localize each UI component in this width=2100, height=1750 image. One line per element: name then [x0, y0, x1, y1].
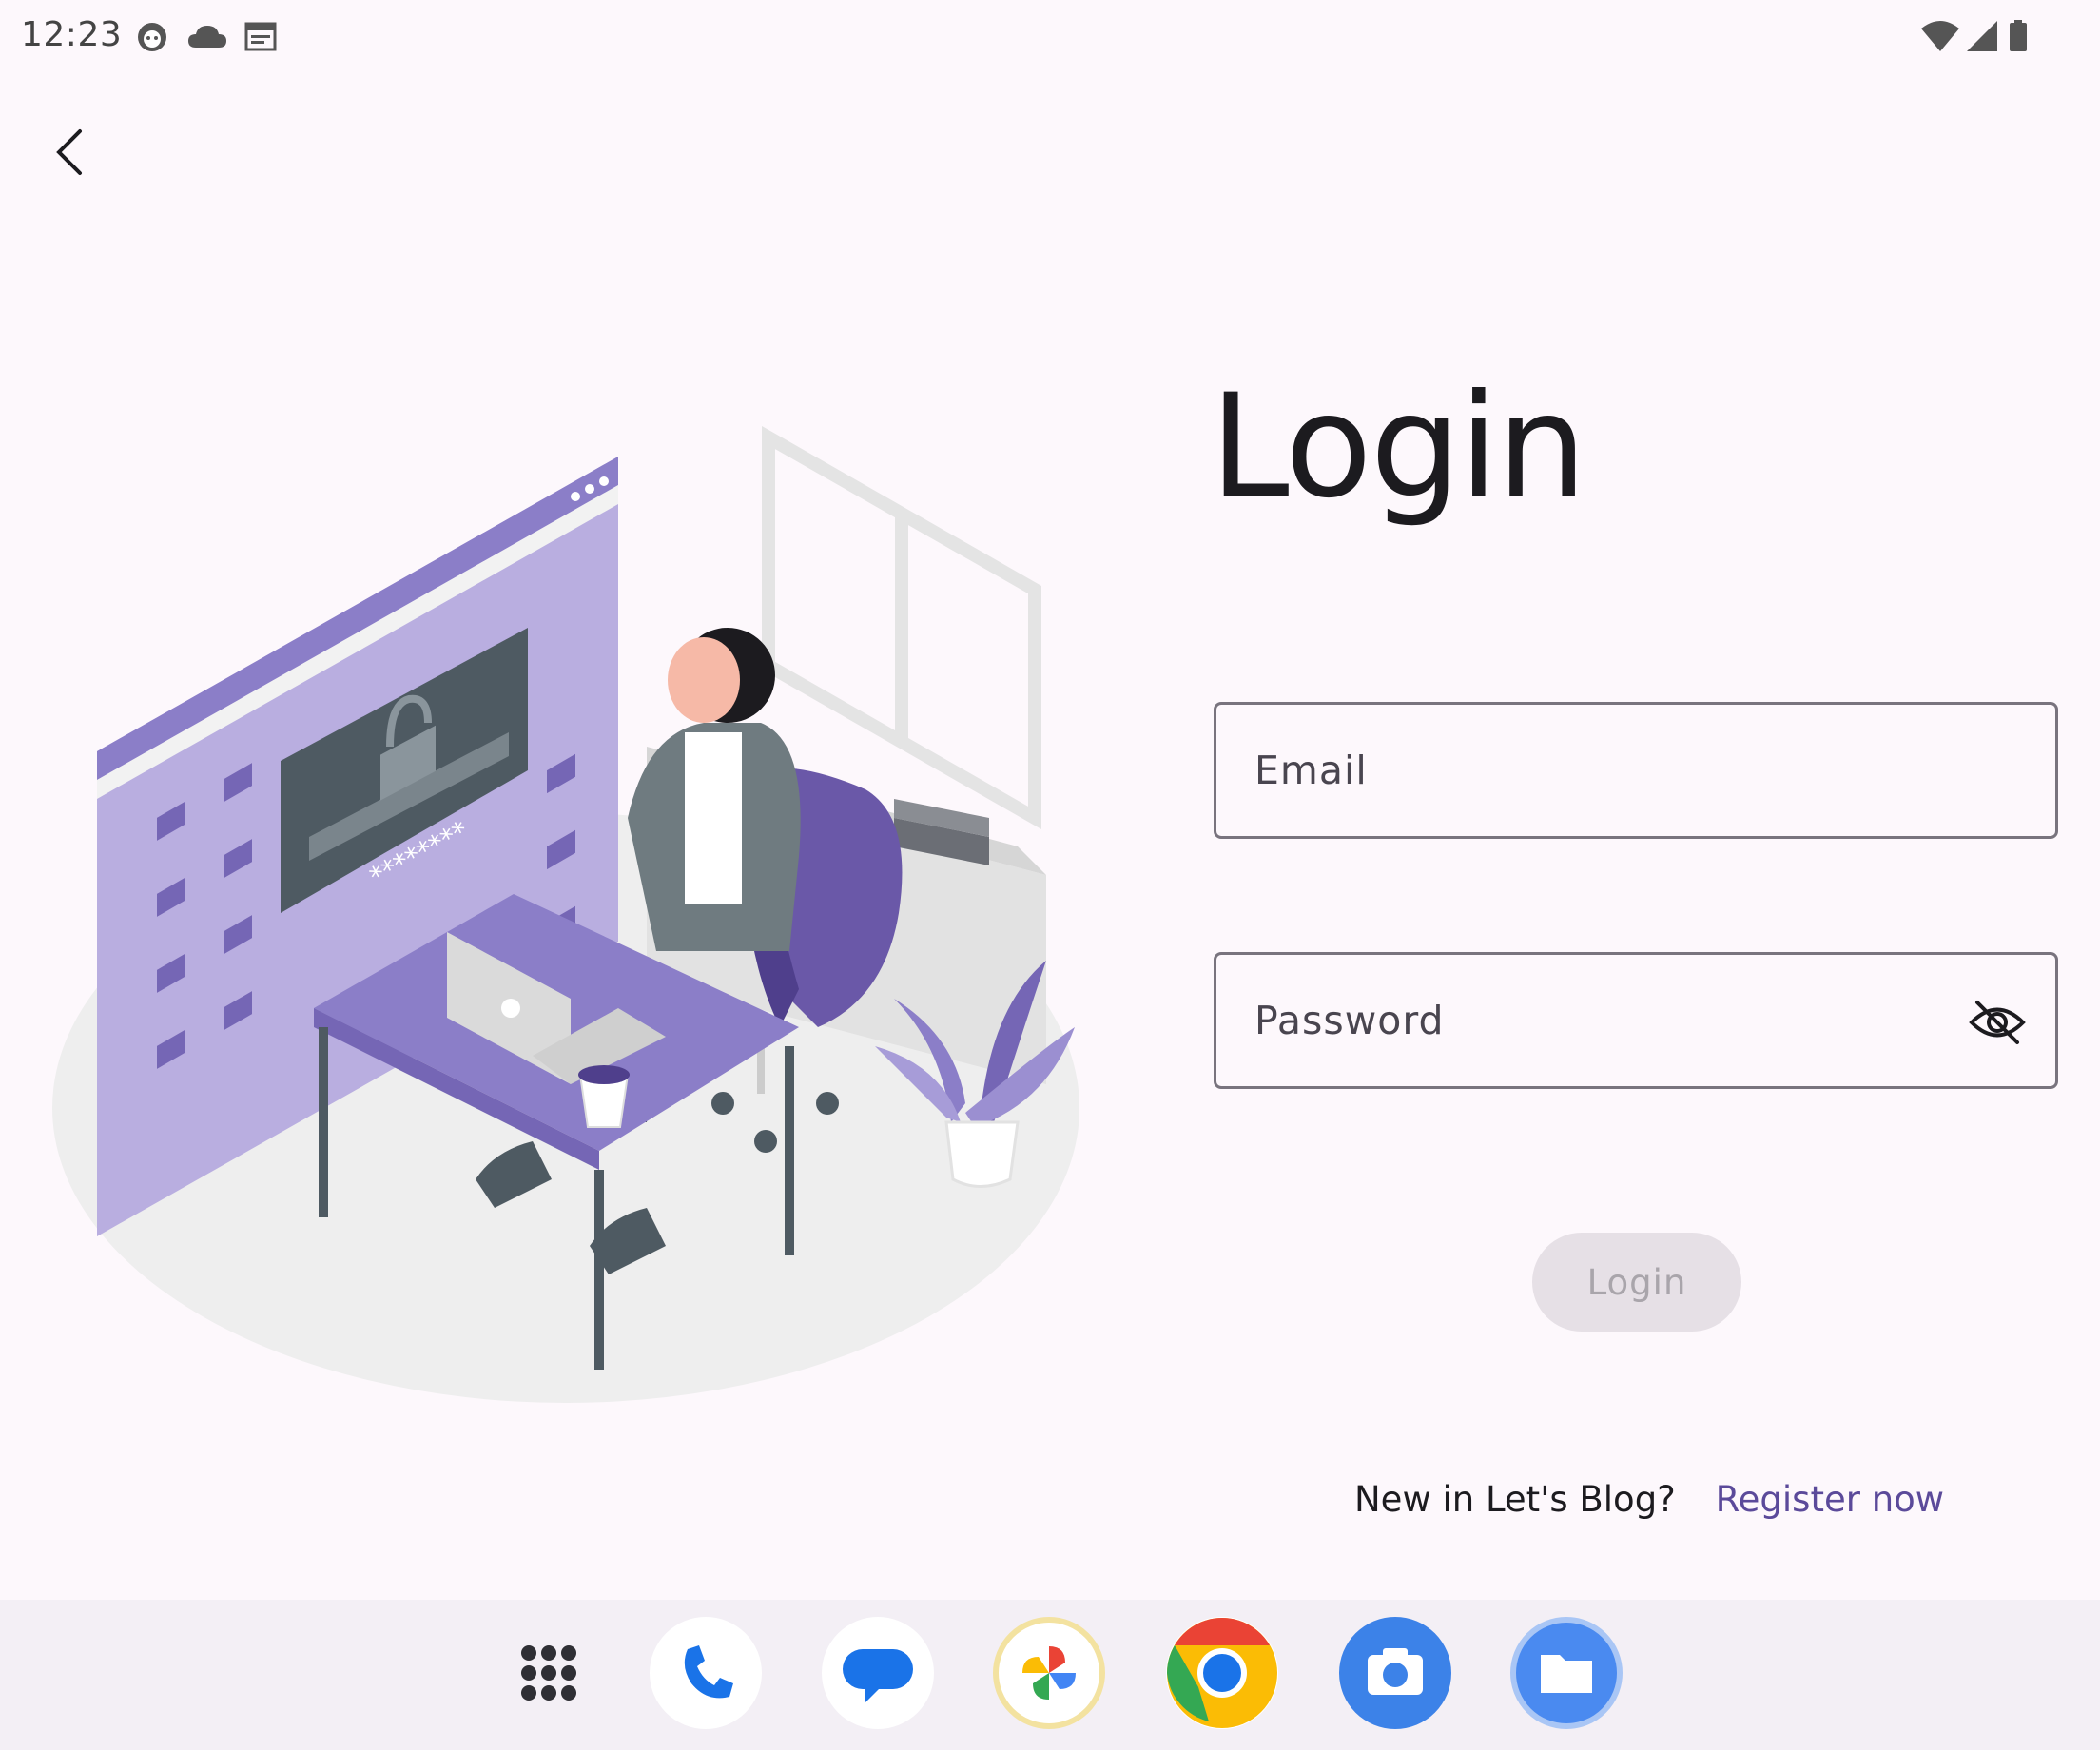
register-now-link[interactable]: Register now: [1716, 1479, 1944, 1520]
register-prompt: New in Let's Blog?: [1354, 1479, 1676, 1520]
email-field[interactable]: Email: [1214, 702, 2058, 839]
camera-icon[interactable]: [1339, 1617, 1451, 1729]
eye-off-icon: [1969, 1001, 2026, 1044]
password-label: Password: [1254, 998, 1445, 1043]
email-label: Email: [1254, 748, 1368, 793]
page-title: Login: [1210, 364, 1587, 530]
window-frame: [762, 425, 1041, 830]
back-arrow-icon: [56, 129, 82, 175]
app-drawer-icon[interactable]: [493, 1617, 605, 1729]
cloud-icon: [188, 26, 226, 48]
back-button[interactable]: [42, 114, 99, 190]
wifi-icon: [1921, 21, 1959, 51]
calendar-icon: [244, 22, 277, 51]
files-icon[interactable]: [1510, 1617, 1623, 1729]
messages-icon[interactable]: [822, 1617, 934, 1729]
chrome-icon[interactable]: [1166, 1617, 1278, 1729]
login-button[interactable]: Login: [1532, 1233, 1741, 1332]
toggle-password-visibility-button[interactable]: [1966, 991, 2029, 1054]
face-notification-icon: [138, 23, 166, 51]
status-bar: 12:23: [0, 0, 2100, 76]
phone-icon[interactable]: [650, 1617, 762, 1729]
status-time: 12:23: [21, 15, 123, 54]
photos-icon[interactable]: [993, 1617, 1105, 1729]
password-field[interactable]: Password: [1214, 952, 2058, 1089]
cell-signal-icon: [1967, 21, 1997, 51]
register-row: New in Let's Blog? Register now: [1354, 1479, 1944, 1520]
login-illustration: ********: [52, 425, 1079, 1403]
battery-icon: [2010, 20, 2027, 51]
